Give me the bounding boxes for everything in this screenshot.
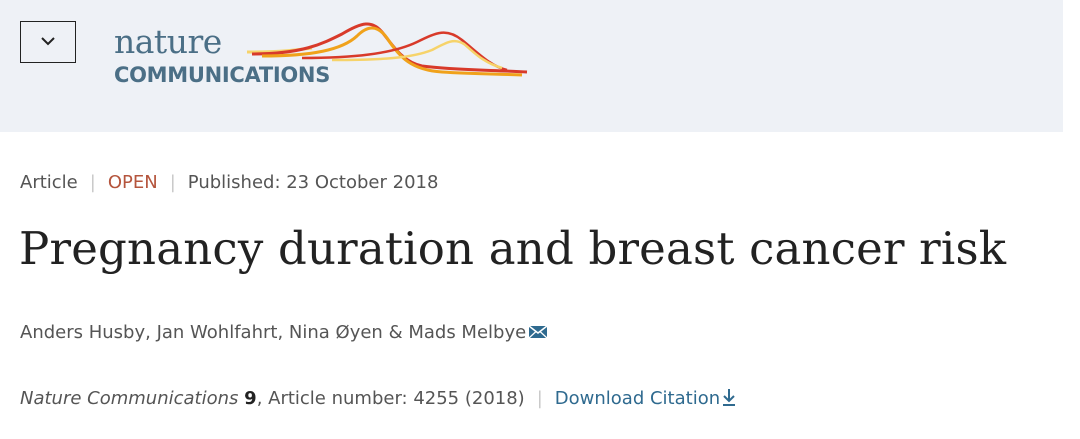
author-link[interactable]: Nina Øyen [289,322,383,343]
chevron-down-icon [41,37,55,46]
download-citation-link[interactable]: Download Citation [555,388,736,409]
journal-name: Nature Communications [20,388,239,409]
logo-nature-text: nature [114,22,222,61]
published-date: Published: 23 October 2018 [187,172,439,193]
journal-volume: 9 [244,388,257,409]
article-number: , Article number: 4255 (2018) [256,388,525,409]
author-link[interactable]: Anders Husby [20,322,145,343]
download-icon [722,388,736,411]
article-title: Pregnancy duration and breast cancer ris… [19,222,1007,275]
citation-line: Nature Communications 9, Article number:… [20,388,736,411]
article-meta: Article | OPEN | Published: 23 October 2018 [20,172,438,193]
article-type: Article [20,172,78,193]
author-link[interactable]: Jan Wohlfahrt [157,322,278,343]
author-link[interactable]: Mads Melbye [408,322,526,343]
mail-icon[interactable] [528,323,548,344]
author-separator: , [277,322,289,343]
logo-waves-graphic [246,22,528,77]
journal-logo[interactable]: nature COMMUNICATIONS [112,14,532,94]
author-list: Anders Husby, Jan Wohlfahrt, Nina Øyen &… [20,322,548,344]
author-separator: & [382,322,409,343]
site-header: nature COMMUNICATIONS [0,0,1063,132]
open-access-badge: OPEN [107,172,158,193]
meta-separator: | [89,172,96,193]
menu-toggle-button[interactable] [20,21,76,63]
author-separator: , [145,322,157,343]
download-citation-label: Download Citation [554,388,721,409]
meta-separator: | [169,172,176,193]
citation-separator: | [536,388,543,409]
